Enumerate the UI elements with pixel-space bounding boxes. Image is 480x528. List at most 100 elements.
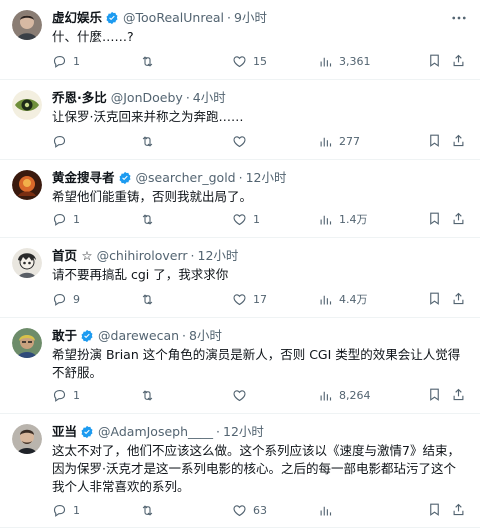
tweet-header: 黄金搜寻者 @searcher_gold · 12小时: [52, 169, 444, 187]
retweet-button[interactable]: [140, 134, 232, 149]
timestamp[interactable]: 12小时: [223, 423, 264, 441]
heart-icon: [233, 504, 246, 516]
verified-badge-icon: [81, 329, 93, 343]
views-button[interactable]: 1.4万: [318, 211, 398, 227]
share-icon[interactable]: [451, 211, 466, 226]
more-options-icon[interactable]: [450, 9, 468, 27]
action-bar: 1 15 3,361: [52, 51, 470, 71]
separator-dot: ·: [227, 10, 232, 25]
action-bar: 9 17 4.4万: [52, 289, 470, 309]
like-button[interactable]: [232, 388, 318, 403]
reply-button[interactable]: 1: [52, 388, 140, 403]
author-name[interactable]: 虚幻娱乐: [52, 9, 102, 27]
like-button[interactable]: 63: [232, 503, 318, 518]
views-button[interactable]: 8,264: [318, 388, 398, 403]
heart-icon: [233, 213, 246, 225]
like-count: 1: [253, 212, 260, 226]
bookmark-icon[interactable]: [427, 291, 442, 306]
timestamp[interactable]: 12小时: [198, 247, 239, 265]
like-button[interactable]: 1: [232, 212, 318, 227]
avatar[interactable]: [12, 328, 42, 358]
bookmark-icon[interactable]: [427, 502, 442, 517]
views-chart-icon: [320, 57, 332, 66]
like-button[interactable]: 15: [232, 54, 318, 69]
tweet[interactable]: 虚幻娱乐 @TooRealUnreal · 9小时 什、什麼……? 1 15 3…: [0, 0, 480, 80]
like-button[interactable]: 17: [232, 292, 318, 307]
heart-icon: [233, 389, 246, 401]
bookmark-icon[interactable]: [427, 53, 442, 68]
avatar[interactable]: [12, 248, 42, 278]
tweet[interactable]: 黄金搜寻者 @searcher_gold · 12小时 希望他们能重铸，否则我就…: [0, 160, 480, 238]
author-handle[interactable]: @AdamJoseph____: [98, 423, 213, 441]
share-icon[interactable]: [451, 53, 466, 68]
view-count: 3,361: [339, 54, 371, 68]
retweet-button[interactable]: [140, 503, 232, 518]
avatar[interactable]: [12, 90, 42, 120]
tweet-text: 希望扮演 Brian 这个角色的演员是新人，否则 CGI 类型的效果会让人觉得不…: [52, 347, 461, 380]
author-name[interactable]: 首页 ☆: [52, 247, 93, 265]
avatar[interactable]: [12, 424, 42, 454]
bookmark-icon[interactable]: [427, 211, 442, 226]
reply-button[interactable]: 1: [52, 212, 140, 227]
views-button[interactable]: [318, 503, 398, 518]
tweet[interactable]: 亚当 @AdamJoseph____ · 12小时 这太不对了，他们不应该这么做…: [0, 414, 480, 528]
views-button[interactable]: 277: [318, 134, 398, 149]
view-count: 277: [339, 134, 360, 148]
timestamp[interactable]: 4小时: [193, 89, 226, 107]
author-name[interactable]: 敢于: [52, 327, 77, 345]
tweet-header: 首页 ☆ @chihiroloverr · 12小时: [52, 247, 444, 265]
share-icon[interactable]: [451, 387, 466, 402]
retweet-icon: [142, 213, 153, 225]
tweet-header: 敢于 @darewecan · 8小时: [52, 327, 444, 345]
share-icon[interactable]: [451, 133, 466, 148]
avatar[interactable]: [12, 170, 42, 200]
reply-count: 1: [73, 503, 80, 517]
author-handle[interactable]: @searcher_gold: [136, 169, 236, 187]
verified-badge-icon: [81, 425, 93, 439]
author-handle[interactable]: @TooRealUnreal: [123, 9, 224, 27]
avatar[interactable]: [12, 10, 42, 40]
views-chart-icon: [320, 215, 332, 224]
author-name[interactable]: 乔恩·多比: [52, 89, 107, 107]
action-bar: 1 63: [52, 500, 470, 520]
timestamp[interactable]: 8小时: [189, 327, 222, 345]
retweet-button[interactable]: [140, 292, 232, 307]
tweet-text: 什、什麼……?: [52, 29, 134, 44]
retweet-button[interactable]: [140, 54, 232, 69]
like-count: 17: [253, 292, 267, 306]
author-handle[interactable]: @chihiroloverr: [97, 247, 188, 265]
reply-icon: [53, 55, 66, 68]
bookmark-icon[interactable]: [427, 133, 442, 148]
author-handle[interactable]: @darewecan: [98, 327, 179, 345]
action-bar: 1 8,264: [52, 385, 470, 405]
retweet-icon: [142, 504, 153, 516]
author-handle[interactable]: @JonDoeby: [111, 89, 183, 107]
tweet[interactable]: 敢于 @darewecan · 8小时 希望扮演 Brian 这个角色的演员是新…: [0, 318, 480, 414]
author-name[interactable]: 亚当: [52, 423, 77, 441]
like-button[interactable]: [232, 134, 318, 149]
separator-dot: ·: [182, 328, 187, 343]
reply-button[interactable]: 1: [52, 503, 140, 518]
tweet[interactable]: 乔恩·多比 @JonDoeby · 4小时 让保罗·沃克回来并称之为奔跑…… 2…: [0, 80, 480, 160]
author-name[interactable]: 黄金搜寻者: [52, 169, 115, 187]
tweet-text: 希望他们能重铸，否则我就出局了。: [52, 189, 253, 204]
timestamp[interactable]: 9小时: [234, 9, 267, 27]
verified-badge-icon: [119, 171, 130, 185]
views-button[interactable]: 3,361: [318, 54, 398, 69]
bookmark-icon[interactable]: [427, 387, 442, 402]
reply-button[interactable]: [52, 134, 140, 149]
view-count: 8,264: [339, 388, 371, 402]
separator-dot: ·: [185, 90, 190, 105]
reply-count: 1: [73, 388, 80, 402]
retweet-button[interactable]: [140, 212, 232, 227]
retweet-button[interactable]: [140, 388, 232, 403]
share-icon[interactable]: [451, 502, 466, 517]
heart-icon: [233, 135, 246, 147]
views-button[interactable]: 4.4万: [318, 291, 398, 307]
share-icon[interactable]: [451, 291, 466, 306]
timestamp[interactable]: 12小时: [246, 169, 287, 187]
views-chart-icon: [320, 137, 332, 146]
reply-button[interactable]: 9: [52, 292, 140, 307]
reply-button[interactable]: 1: [52, 54, 140, 69]
tweet[interactable]: 首页 ☆ @chihiroloverr · 12小时 请不要再搞乱 cgi 了，…: [0, 238, 480, 318]
